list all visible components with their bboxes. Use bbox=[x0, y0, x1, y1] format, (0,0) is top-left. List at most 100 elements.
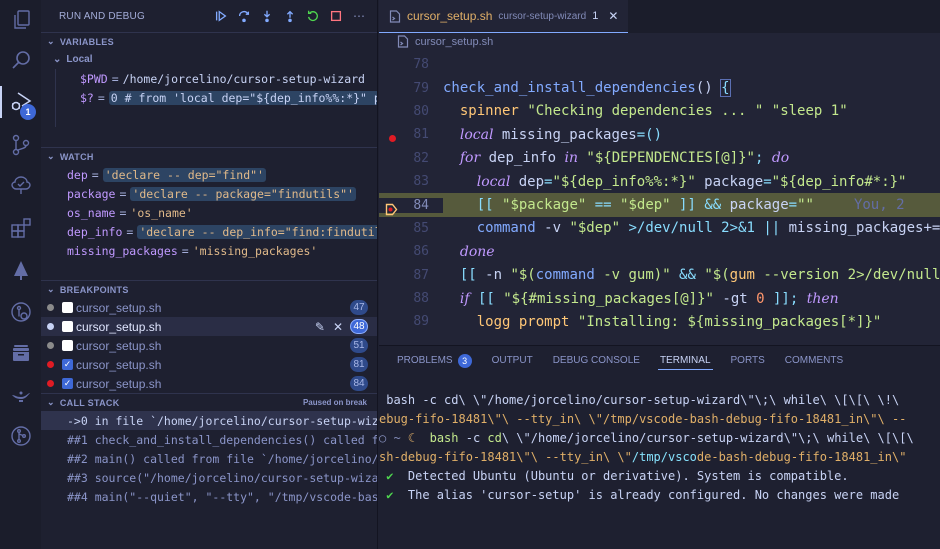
step-out-button[interactable] bbox=[282, 8, 298, 24]
code-token: 0 bbox=[756, 290, 765, 307]
code-area[interactable]: 78 79 check_and_install_dependencies() {80… bbox=[379, 50, 940, 334]
code-line[interactable]: 81 local missing_packages=() bbox=[379, 123, 940, 146]
code-line[interactable]: 78 bbox=[379, 53, 940, 76]
tab-output[interactable]: OUTPUT bbox=[492, 346, 533, 375]
breakpoint-line-badge: 84 bbox=[350, 376, 368, 391]
explorer-button[interactable] bbox=[0, 0, 41, 40]
breakpoints-section-header[interactable]: ⌄ BREAKPOINTS bbox=[41, 280, 377, 298]
more-actions-button[interactable]: ⋯ bbox=[351, 8, 367, 24]
breakpoint-checkbox[interactable] bbox=[62, 302, 73, 313]
tab-debug-console[interactable]: DEBUG CONSOLE bbox=[553, 346, 640, 375]
line-number: 84 bbox=[379, 197, 443, 216]
code-line[interactable]: 85 command -v "$dep" >/dev/null 2>&1 || … bbox=[379, 217, 940, 240]
tab-terminal[interactable]: TERMINAL bbox=[657, 346, 713, 375]
code-token: "${#missing_packages[@]}" bbox=[503, 290, 714, 307]
watch-row[interactable]: package ='declare -- package="findutils"' bbox=[41, 184, 377, 203]
chevron-down-icon: ⌄ bbox=[53, 54, 62, 65]
terminal[interactable]: bash -c cd\ \"/home/jorcelino/cursor-set… bbox=[379, 375, 940, 504]
search-button[interactable] bbox=[0, 40, 41, 80]
breakpoint-checkbox[interactable]: ✓ bbox=[62, 378, 73, 389]
variable-row[interactable]: $PWD =/home/jorcelino/cursor-setup-wizard bbox=[56, 69, 377, 88]
step-out-icon bbox=[286, 10, 294, 23]
code-token: local bbox=[476, 173, 511, 190]
variable-row[interactable]: $? = 0 # from 'local dep="${dep_info%%:*}"… bbox=[56, 88, 377, 107]
breakpoint-checkbox[interactable]: ✓ bbox=[62, 359, 73, 370]
breakpoint-row[interactable]: ✓ cursor_setup.sh 84 bbox=[41, 374, 377, 393]
tab-problems[interactable]: PROBLEMS 3 bbox=[397, 346, 472, 375]
watch-row[interactable]: missing_packages ='missing_packages' bbox=[41, 241, 377, 260]
code-line[interactable]: 87 [[ -n "$(command -v gum)" && "$(gum -… bbox=[379, 264, 940, 287]
current-breakpoint-arrow-icon[interactable] bbox=[385, 203, 398, 216]
remove-close-icon[interactable]: ✕ bbox=[333, 320, 343, 334]
breakpoint-file: cursor_setup.sh bbox=[76, 376, 162, 391]
code-line[interactable]: 89 logg prompt "Installing: ${missing_pa… bbox=[379, 310, 940, 333]
equals-sign: = bbox=[119, 205, 127, 220]
code-line[interactable]: 80 spinner "Checking dependencies ... " … bbox=[379, 100, 940, 123]
code-line[interactable]: 88 if [[ "${#missing_packages[@]}" -gt 0… bbox=[379, 287, 940, 310]
breakpoint-row[interactable]: ✓ cursor_setup.sh 81 bbox=[41, 355, 377, 374]
call-stack-section-header[interactable]: ⌄ CALL STACK Paused on break bbox=[41, 393, 377, 411]
line-number: 87 bbox=[413, 267, 429, 283]
scope-local[interactable]: ⌄ Local bbox=[41, 50, 377, 69]
run-and-debug-sidebar: RUN AND DEBUG ⋯ ⌄ VARIABLES ⌄ Local $PWD… bbox=[41, 0, 378, 549]
variables-section-header[interactable]: ⌄ VARIABLES bbox=[41, 32, 377, 50]
stack-frame[interactable]: ##3 source("/home/jorcelino/cursor-setup… bbox=[41, 468, 377, 487]
step-over-button[interactable] bbox=[236, 8, 252, 24]
breakpoint-checkbox[interactable] bbox=[62, 340, 73, 351]
stop-button[interactable] bbox=[328, 8, 344, 24]
git-graph-button[interactable] bbox=[0, 292, 41, 332]
run-debug-button[interactable]: 1 bbox=[0, 82, 41, 122]
continue-button[interactable] bbox=[213, 8, 229, 24]
code-token: ; bbox=[754, 150, 772, 167]
code-line[interactable]: 79 check_and_install_dependencies() { bbox=[379, 76, 940, 99]
close-icon[interactable]: ✕ bbox=[608, 9, 618, 23]
code-token: "${dep_info%%:*}" bbox=[552, 173, 696, 190]
breakpoint-row[interactable]: cursor_setup.sh 51 bbox=[41, 336, 377, 355]
tab-ports[interactable]: PORTS bbox=[731, 346, 765, 375]
watch-row[interactable]: dep_info ='declare -- dep_info="find:find… bbox=[41, 222, 377, 241]
terminal-line: bash -c cd\ \"/home/jorcelino/cursor-set… bbox=[379, 390, 940, 409]
lamp-button[interactable] bbox=[0, 375, 41, 415]
archive-button[interactable] bbox=[0, 333, 41, 373]
breakpoint-line-badge: 51 bbox=[350, 338, 368, 353]
breakpoint-checkbox[interactable] bbox=[62, 321, 73, 332]
variable-name: $PWD bbox=[80, 71, 108, 86]
tab-cursor-setup[interactable]: cursor_setup.sh cursor-setup-wizard 1 ✕ bbox=[379, 0, 629, 33]
code-token: "sleep 1" bbox=[771, 103, 848, 120]
watch-row[interactable]: os_name ='os_name' bbox=[41, 203, 377, 222]
code-token: prompt bbox=[518, 313, 570, 330]
terminal-text: Detected Ubuntu (Ubuntu or derivative). … bbox=[407, 468, 849, 483]
tab-label: OUTPUT bbox=[491, 355, 533, 366]
code-line[interactable]: 84 [[ "$package" == "$dep" ]] && package… bbox=[379, 193, 940, 217]
chevron-down-icon: ⌄ bbox=[47, 151, 55, 161]
git-branch-button[interactable] bbox=[0, 416, 41, 456]
source-control-button[interactable] bbox=[0, 125, 41, 165]
stack-frame[interactable]: ##1 check_and_install_dependencies() cal… bbox=[41, 430, 377, 449]
watch-row[interactable]: dep ='declare -- dep="find"' bbox=[41, 165, 377, 184]
step-into-button[interactable] bbox=[259, 8, 275, 24]
code-line[interactable]: 83 local dep="${dep_info%%:*}" package="… bbox=[379, 170, 940, 193]
watch-section-header[interactable]: ⌄ WATCH bbox=[41, 147, 377, 165]
stack-frame[interactable]: ->0 in file `/home/jorcelino/cursor-setu… bbox=[41, 411, 377, 430]
code-line[interactable]: 86 done bbox=[379, 240, 940, 263]
code-token: ]] && bbox=[670, 197, 730, 214]
restart-button[interactable] bbox=[305, 8, 321, 24]
tree-view-button[interactable] bbox=[0, 250, 41, 290]
problems-badge: 3 bbox=[457, 353, 472, 368]
stack-frame[interactable]: ##4 main("--quiet", "--tty", "/tmp/vscod… bbox=[41, 487, 377, 506]
code-line[interactable]: 82 for dep_info in "${DEPENDENCIES[@]}";… bbox=[379, 147, 940, 170]
tab-comments[interactable]: COMMENTS bbox=[785, 346, 843, 375]
extensions-button[interactable] bbox=[0, 208, 41, 248]
breakpoint-row[interactable]: cursor_setup.sh 47 bbox=[41, 298, 377, 317]
code-token: && bbox=[670, 267, 705, 284]
testing-button[interactable] bbox=[0, 166, 41, 206]
variable-value: 0 # from 'local dep="${dep_info%%:*}" pa… bbox=[108, 90, 377, 105]
line-number: 81 bbox=[379, 127, 443, 143]
breadcrumb-file[interactable]: cursor_setup.sh bbox=[415, 36, 493, 48]
code-token: missing_packages bbox=[493, 126, 637, 143]
breakpoint-row[interactable]: cursor_setup.sh ✎ ✕ 48 bbox=[41, 317, 377, 336]
breakpoint-icon[interactable] bbox=[389, 135, 396, 143]
edit-pencil-icon[interactable]: ✎ bbox=[315, 320, 325, 334]
stack-frame[interactable]: ##2 main() called from file `/home/jorce… bbox=[41, 449, 377, 468]
